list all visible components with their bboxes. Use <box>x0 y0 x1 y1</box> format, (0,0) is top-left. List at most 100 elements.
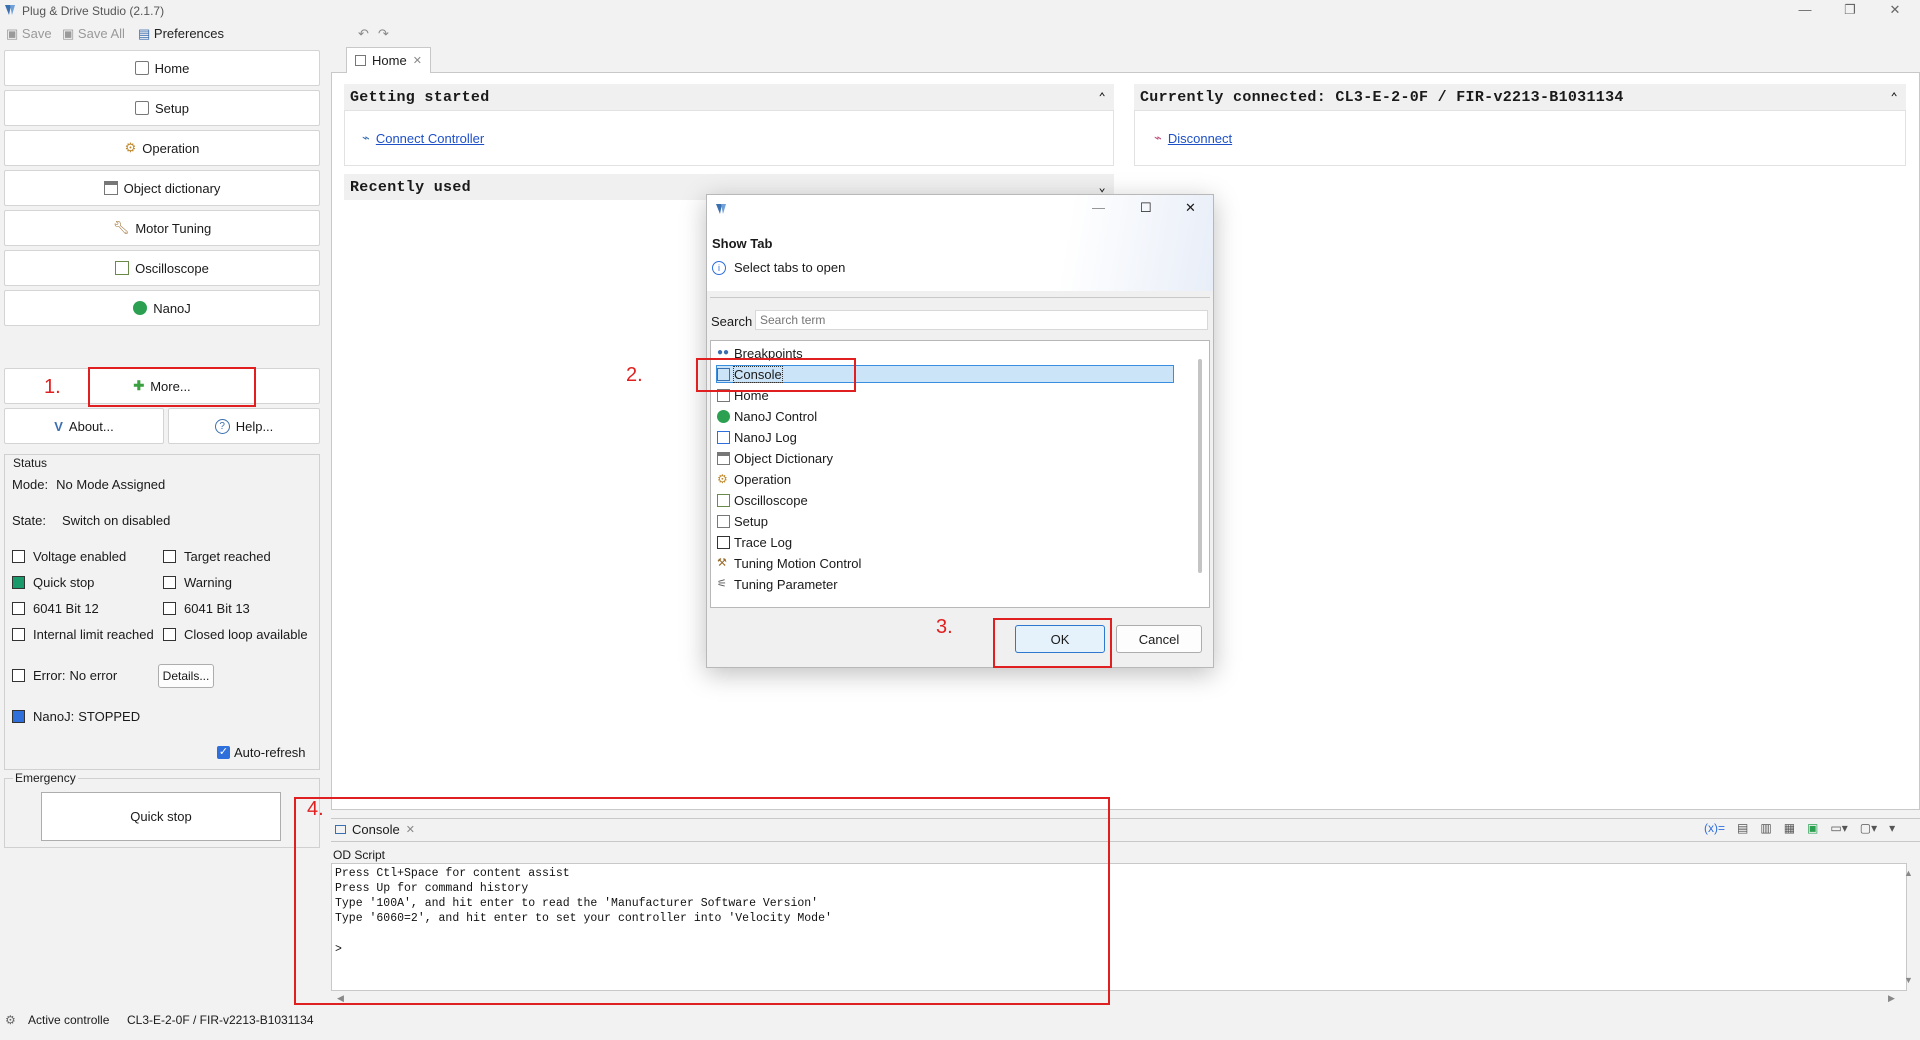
flag-label: 6041 Bit 13 <box>184 601 250 616</box>
dialog-maximize-button[interactable]: ☐ <box>1140 200 1152 216</box>
list-item-nanoj-control[interactable]: NanoJ Control <box>717 406 817 426</box>
scroll-up-icon[interactable]: ▲ <box>1904 868 1913 878</box>
dialog-info-text: Select tabs to open <box>734 260 846 275</box>
display-console-icon[interactable]: ▭▾ <box>1830 821 1847 835</box>
connection-body <box>1134 110 1906 166</box>
annotation-box-4 <box>294 797 1110 1005</box>
tab-home[interactable]: Home ✕ <box>346 47 431 73</box>
annotation-step-1: 1. <box>44 376 61 398</box>
expand-icon[interactable]: ⌄ <box>1098 180 1106 195</box>
status-title: Status <box>13 456 48 470</box>
dialog-close-button[interactable]: ✕ <box>1185 200 1196 216</box>
connect-controller-link[interactable]: Connect Controller <box>376 131 484 146</box>
app-logo-icon <box>716 204 726 214</box>
scroll-lock-icon[interactable]: ▥ <box>1760 821 1771 835</box>
forward-arrow-icon[interactable]: ↷ <box>378 26 389 42</box>
details-button[interactable]: Details... <box>158 664 214 688</box>
scroll-down-icon[interactable]: ▼ <box>1904 975 1913 985</box>
list-item-tuning-parameter[interactable]: ⚟ Tuning Parameter <box>717 574 838 594</box>
wrench-icon: 🔧︎ <box>112 220 130 235</box>
editor-tab-bar <box>331 46 1920 73</box>
nav-home-label: Home <box>154 60 190 76</box>
variables-icon[interactable]: (x)= <box>1704 821 1725 835</box>
collapse-icon[interactable]: ⌃ <box>1098 90 1106 105</box>
list-item-label: NanoJ Log <box>734 429 797 445</box>
annotation-box-1 <box>88 367 256 407</box>
disconnect-icon: ⌁ <box>1154 130 1162 145</box>
flag-label: Internal limit reached <box>33 627 154 642</box>
save-all-label: Save All <box>77 26 125 41</box>
flag-label: Warning <box>184 575 232 590</box>
list-item-label: Operation <box>734 471 792 487</box>
controller-icon: ⚙ <box>5 1013 16 1027</box>
home-icon <box>134 61 149 75</box>
gear-icon: ⚙ <box>124 140 137 155</box>
oscilloscope-icon <box>717 493 730 507</box>
list-item-setup[interactable]: Setup <box>717 511 768 531</box>
log-icon <box>717 430 730 444</box>
scroll-right-icon[interactable]: ▶ <box>1888 993 1895 1004</box>
flag-warning: Warning <box>163 575 232 590</box>
list-item-label: NanoJ Control <box>734 408 818 424</box>
close-button[interactable]: ✕ <box>1880 2 1910 20</box>
pin-console-icon[interactable]: ▣ <box>1807 821 1818 835</box>
list-item-label: Oscilloscope <box>734 492 808 508</box>
title-bar: Plug & Drive Studio (2.1.7) — ❐ ✕ <box>0 0 1920 22</box>
dialog-minimize-button[interactable]: — <box>1092 200 1105 215</box>
nav-operation-label: Operation <box>142 140 200 156</box>
nav-setup-button[interactable]: Setup <box>4 90 320 126</box>
disconnect-link[interactable]: Disconnect <box>1168 131 1232 146</box>
save-button[interactable]: ▣ Save <box>6 26 52 42</box>
flag-indicator <box>12 602 25 615</box>
setup-icon <box>135 101 149 115</box>
nav-object-dictionary-button[interactable]: Object dictionary <box>4 170 320 206</box>
view-menu-icon[interactable]: ▾ <box>1889 821 1895 835</box>
collapse-icon[interactable]: ⌃ <box>1890 90 1898 105</box>
list-item-nanoj-log[interactable]: NanoJ Log <box>717 427 797 447</box>
back-arrow-icon[interactable]: ↶ <box>358 26 369 42</box>
tab-home-label: Home <box>372 53 407 68</box>
nav-nanoj-button[interactable]: NanoJ <box>4 290 320 326</box>
home-icon <box>355 55 366 66</box>
clear-console-icon[interactable]: ▤ <box>1737 821 1748 835</box>
flag-closed-loop: Closed loop available <box>163 627 308 642</box>
list-item-trace-log[interactable]: Trace Log <box>717 532 792 552</box>
nav-motor-tuning-button[interactable]: 🔧︎ Motor Tuning <box>4 210 320 246</box>
quick-stop-button[interactable]: Quick stop <box>41 792 281 841</box>
list-item-operation[interactable]: ⚙ Operation <box>717 469 791 489</box>
connect-link-row: ⌁ Connect Controller <box>362 130 484 146</box>
getting-started-title: Getting started <box>350 88 490 106</box>
annotation-box-3 <box>993 618 1112 668</box>
list-item-tuning-motion-control[interactable]: ⚒ Tuning Motion Control <box>717 553 861 573</box>
list-item-label: Object Dictionary <box>734 450 833 466</box>
help-icon: ? <box>214 418 230 434</box>
flag-label: Target reached <box>184 549 271 564</box>
nav-oscilloscope-button[interactable]: Oscilloscope <box>4 250 320 286</box>
cancel-button[interactable]: Cancel <box>1116 625 1202 653</box>
trace-log-icon <box>717 535 730 549</box>
connection-header: Currently connected: CL3-E-2-0F / FIR-v2… <box>1134 84 1906 110</box>
flag-label: Quick stop <box>33 575 95 590</box>
nav-home-button[interactable]: Home <box>4 50 320 86</box>
disconnect-link-row: ⌁ Disconnect <box>1154 130 1232 146</box>
minimize-button[interactable]: — <box>1790 2 1820 20</box>
search-input[interactable] <box>755 310 1208 330</box>
preferences-button[interactable]: ▤ Preferences <box>138 26 224 42</box>
help-button[interactable]: ? Help... <box>168 408 320 444</box>
restore-button[interactable]: ❐ <box>1835 2 1865 20</box>
open-console-icon[interactable]: ▢▾ <box>1860 821 1877 835</box>
save-all-button[interactable]: ▣ Save All <box>62 26 125 42</box>
list-item-label: Tuning Parameter <box>734 576 838 592</box>
list-item-object-dictionary[interactable]: Object Dictionary <box>717 448 833 468</box>
auto-refresh-checkbox[interactable]: ✓ Auto-refresh <box>217 745 306 760</box>
nav-operation-button[interactable]: ⚙ Operation <box>4 130 320 166</box>
flag-label: Closed loop available <box>184 627 308 642</box>
list-scrollbar[interactable] <box>1198 359 1202 573</box>
about-button[interactable]: V About... <box>4 408 164 444</box>
save-label: Save <box>21 26 52 41</box>
error-label: Error: <box>33 668 66 683</box>
word-wrap-icon[interactable]: ▦ <box>1784 821 1795 835</box>
error-row: Error: No error <box>12 668 117 683</box>
list-item-oscilloscope[interactable]: Oscilloscope <box>717 490 808 510</box>
close-tab-icon[interactable]: ✕ <box>413 54 422 67</box>
